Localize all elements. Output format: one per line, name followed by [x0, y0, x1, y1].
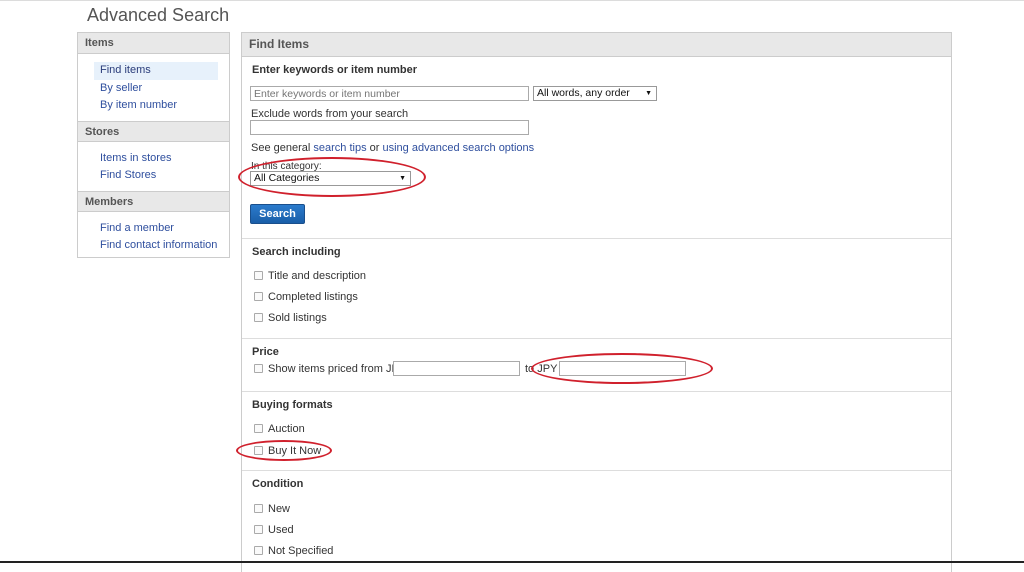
sold-listings-label: Sold listings — [268, 312, 327, 324]
divider — [242, 470, 951, 471]
condition-used-checkbox[interactable] — [254, 525, 263, 534]
keyword-order-value: All words, any order — [537, 87, 630, 99]
condition-title: Condition — [252, 478, 304, 490]
condition-new-label: New — [268, 503, 291, 515]
title-description-checkbox[interactable] — [254, 271, 263, 280]
sidebar-stores-list: Items in stores Find Stores — [78, 142, 229, 191]
auction-label: Auction — [268, 423, 305, 435]
price-title: Price — [252, 346, 279, 358]
keywords-label: Enter keywords or item number — [252, 64, 418, 76]
keywords-input[interactable] — [250, 86, 529, 101]
category-select[interactable]: All Categories ▼ — [250, 171, 411, 186]
divider — [242, 391, 951, 392]
sold-listings-checkbox[interactable] — [254, 313, 263, 322]
find-items-panel: Find Items Enter keywords or item number… — [241, 32, 952, 572]
sidebar-item-find-items[interactable]: Find items — [94, 62, 218, 80]
auction-checkbox[interactable] — [254, 424, 263, 433]
search-tips-text: See general search tips or using advance… — [251, 142, 534, 154]
dropdown-arrow-icon: ▼ — [645, 90, 652, 97]
price-from-label: Show items priced from JPY — [268, 363, 407, 375]
sidebar-item-find-stores[interactable]: Find Stores — [94, 167, 218, 185]
sidebar-items-list: Find items By seller By item number — [78, 54, 229, 121]
completed-listings-label: Completed listings — [268, 291, 358, 303]
keyword-order-select[interactable]: All words, any order ▼ — [533, 86, 657, 101]
search-including-title: Search including — [252, 246, 341, 258]
price-range-checkbox[interactable] — [254, 364, 263, 373]
sidebar-item-find-contact-information[interactable]: Find contact information — [94, 237, 218, 255]
search-button[interactable]: Search — [250, 204, 305, 224]
sidebar-section-stores-title: Stores — [78, 120, 229, 142]
divider — [242, 238, 951, 239]
price-from-input[interactable] — [393, 361, 520, 376]
buying-formats-title: Buying formats — [252, 399, 333, 411]
category-value: All Categories — [254, 172, 320, 184]
tips-middle: or — [366, 142, 383, 154]
completed-listings-checkbox[interactable] — [254, 292, 263, 301]
sidebar-item-by-item-number[interactable]: By item number — [94, 97, 218, 115]
advanced-options-link[interactable]: using advanced search options — [383, 142, 535, 154]
condition-used-label: Used — [268, 524, 294, 536]
buy-it-now-label: Buy It Now — [268, 445, 322, 457]
condition-not-specified-label: Not Specified — [268, 545, 334, 557]
page-title: Advanced Search — [87, 5, 230, 25]
sidebar: Items Find items By seller By item numbe… — [77, 32, 230, 258]
sidebar-section-members-title: Members — [78, 190, 229, 212]
sidebar-members-list: Find a member Find contact information — [78, 212, 229, 261]
sidebar-item-items-in-stores[interactable]: Items in stores — [94, 150, 218, 168]
divider — [242, 338, 951, 339]
buy-it-now-checkbox[interactable] — [254, 446, 263, 455]
sidebar-item-find-a-member[interactable]: Find a member — [94, 220, 218, 238]
top-border — [0, 0, 1024, 1]
price-to-label: to JPY — [525, 363, 558, 375]
search-tips-link[interactable]: search tips — [313, 142, 366, 154]
dropdown-arrow-icon: ▼ — [399, 175, 406, 182]
panel-title: Find Items — [242, 33, 951, 57]
condition-new-checkbox[interactable] — [254, 504, 263, 513]
title-description-label: Title and description — [268, 270, 367, 282]
sidebar-item-by-seller[interactable]: By seller — [94, 80, 218, 98]
condition-not-specified-checkbox[interactable] — [254, 546, 263, 555]
price-to-input[interactable] — [559, 361, 686, 376]
exclude-label: Exclude words from your search — [251, 108, 409, 120]
sidebar-section-items-title: Items — [78, 33, 229, 54]
tips-prefix: See general — [251, 142, 314, 154]
exclude-words-input[interactable] — [250, 120, 529, 135]
